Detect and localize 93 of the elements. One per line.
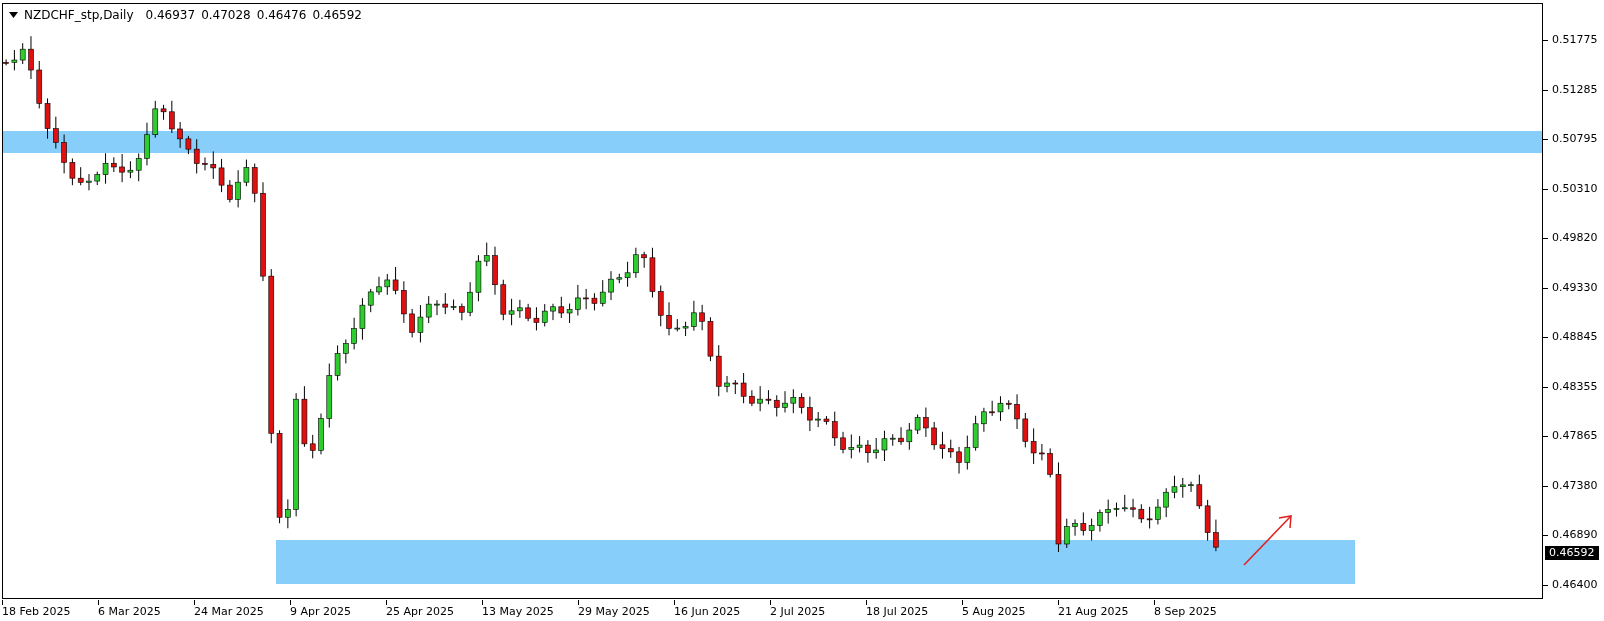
candle [1188, 481, 1194, 493]
candle [989, 400, 995, 417]
candle [815, 411, 821, 428]
candle [923, 407, 929, 438]
candle [459, 303, 465, 321]
candle [898, 426, 904, 446]
candle [86, 173, 92, 191]
candle [1105, 499, 1111, 525]
date-label: 5 Aug 2025 [962, 605, 1027, 619]
candle [981, 407, 987, 433]
candle [227, 179, 233, 203]
date-label: 29 May 2025 [578, 605, 651, 619]
price-label: 0.46890 [1552, 528, 1598, 542]
candle [633, 247, 639, 279]
date-label: 8 Sep 2025 [1154, 605, 1218, 619]
price-label: 0.48845 [1552, 330, 1598, 344]
candle [608, 270, 614, 301]
candle [434, 299, 440, 316]
candle [865, 439, 871, 464]
candle [641, 251, 647, 269]
candle [28, 35, 34, 80]
candle [53, 116, 59, 149]
candle [691, 300, 697, 332]
candle [1039, 443, 1045, 461]
candle [119, 153, 125, 183]
candle [169, 100, 175, 134]
price-label: 0.49820 [1552, 231, 1598, 245]
candle [351, 317, 357, 350]
candle [318, 413, 324, 455]
date-label: 6 Mar 2025 [98, 605, 162, 619]
candle [749, 389, 755, 407]
candle [873, 437, 879, 460]
candle [931, 421, 937, 451]
candle [343, 338, 349, 364]
date-label: 16 Jun 2025 [674, 605, 742, 619]
candle [583, 288, 589, 310]
candle [235, 169, 241, 208]
ohlc-value: 0.46476 [256, 7, 307, 24]
price-label: 0.50795 [1552, 132, 1598, 146]
date-label: 2 Jul 2025 [770, 605, 827, 619]
price-label: 0.46400 [1552, 577, 1598, 592]
price-label: 0.47380 [1552, 478, 1598, 493]
date-label: 18 Feb 2025 [2, 605, 72, 619]
date-label: 25 Apr 2025 [386, 605, 455, 619]
ohlc-value: 0.46937 [145, 7, 196, 24]
candle [666, 301, 672, 336]
candle [807, 396, 813, 432]
candle [1163, 487, 1169, 518]
candle [1155, 498, 1161, 525]
price-label: 0.49330 [1552, 280, 1598, 295]
price-label: 0.51775 [1552, 33, 1598, 47]
candle [1213, 519, 1219, 552]
price-label: 0.51285 [1552, 82, 1598, 97]
candle [202, 156, 208, 171]
symbol-label: NZDCHF_stp,Daily [24, 7, 134, 24]
price-label: 0.47865 [1552, 429, 1598, 443]
dropdown-triangle-icon[interactable] [9, 12, 18, 18]
candle [575, 284, 581, 316]
current-price-tag: 0.46592 [1545, 546, 1599, 560]
candle [1097, 509, 1103, 533]
candle [177, 121, 183, 149]
ohlc-value: 0.46592 [312, 7, 362, 24]
price-label: 0.50310 [1552, 181, 1598, 196]
candle [1130, 498, 1136, 518]
candle [144, 122, 150, 166]
candle [376, 276, 382, 296]
candle [840, 431, 846, 454]
candle [525, 303, 531, 322]
candle [757, 385, 763, 412]
candle [61, 134, 67, 174]
date-label: 13 May 2025 [482, 605, 555, 619]
arrow-drawing [1243, 515, 1292, 566]
date-label: 24 Mar 2025 [194, 605, 265, 619]
candle [1072, 518, 1078, 537]
candle [550, 303, 556, 321]
candle [285, 498, 291, 529]
candle [724, 375, 730, 393]
candle [1047, 447, 1053, 478]
candle [409, 308, 415, 338]
price-label: 0.48355 [1552, 379, 1598, 394]
date-label: 9 Apr 2025 [290, 605, 352, 619]
candle [517, 299, 523, 319]
candle [782, 390, 788, 413]
candle [401, 280, 407, 324]
date-label: 18 Jul 2025 [866, 605, 930, 619]
candle [956, 446, 962, 475]
candle [1014, 393, 1020, 430]
candle [467, 281, 473, 317]
candle [111, 156, 117, 173]
candle [699, 304, 705, 331]
ohlc-value: 0.47028 [201, 7, 251, 24]
date-label: 21 Aug 2025 [1058, 605, 1130, 619]
candle [492, 246, 498, 296]
